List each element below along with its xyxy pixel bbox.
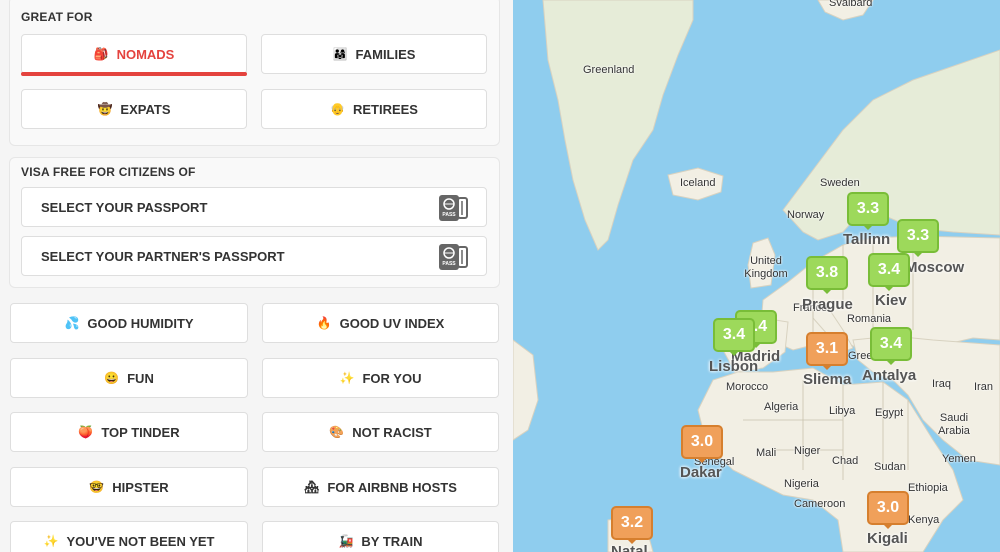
filter-hipster[interactable]: 🤓 HIPSTER (10, 467, 248, 507)
filter-good-humidity[interactable]: 💦 GOOD HUMIDITY (10, 303, 248, 343)
place-label: United Kingdom (744, 255, 788, 280)
score-marker[interactable]: 3.4 (870, 327, 912, 365)
place-label: Svalbard (829, 0, 873, 9)
place-label: Nigeria (784, 478, 819, 490)
city-label: Lisbon (709, 358, 759, 375)
score-marker[interactable]: 3.0 (681, 425, 723, 463)
place-label: Greenland (583, 64, 635, 76)
place-label: Algeria (764, 401, 799, 413)
filter-for-airbnb-hosts[interactable]: 🏘 FOR AIRBNB HOSTS (262, 467, 499, 507)
filter-panel: GREAT FOR 🎒 NOMADS 👨‍👩‍👧 FAMILIES 🤠 EXPA… (0, 0, 513, 552)
sparkles-icon: ✨ (339, 371, 355, 385)
passport-icon-text: PASS (442, 212, 456, 218)
expats-label: EXPATS (120, 101, 171, 117)
partner-passport-select[interactable]: SELECT YOUR PARTNER'S PASSPORT PASS (21, 236, 487, 276)
retirees-button[interactable]: 👴 RETIREES (261, 89, 487, 129)
score-marker[interactable]: 3.2 (611, 506, 653, 544)
filter-label: FUN (127, 370, 154, 386)
filter-not-racist[interactable]: 🎨 NOT RACIST (262, 412, 499, 452)
filter-label: GOOD UV INDEX (339, 315, 445, 331)
place-label: Niger (794, 445, 821, 457)
peach-icon: 🍑 (78, 425, 94, 439)
score-marker[interactable]: 3.0 (867, 491, 909, 529)
partner-passport-icon: PASS (439, 244, 468, 270)
passport-select-label: SELECT YOUR PASSPORT (41, 199, 208, 215)
place-label: Libya (829, 405, 856, 417)
filter-fun[interactable]: 😀 FUN (10, 358, 248, 398)
place-label: Morocco (726, 381, 769, 393)
filter-label: FOR YOU (362, 370, 422, 386)
place-label: Norway (787, 209, 825, 221)
place-label: Sudan (874, 461, 906, 473)
score-marker[interactable]: 3.4 (868, 253, 910, 291)
city-label: Prague (802, 296, 853, 313)
filter-label: YOU'VE NOT BEEN YET (66, 533, 215, 549)
partner-passport-icon-text: PASS (442, 261, 456, 267)
retirees-label: RETIREES (352, 101, 418, 117)
place-label: Iran (974, 381, 993, 393)
city-label: Sliema (803, 371, 852, 388)
city-label: Dakar (680, 464, 722, 481)
place-label: Yemen (942, 453, 976, 465)
score-marker[interactable]: 3.3 (897, 219, 939, 257)
filter-label: FOR AIRBNB HOSTS (327, 479, 457, 495)
great-for-title: GREAT FOR (21, 10, 93, 24)
partner-passport-select-label: SELECT YOUR PARTNER'S PASSPORT (41, 248, 285, 264)
place-label: Mali (756, 447, 777, 459)
city-label: Kiev (875, 292, 907, 309)
city-label: Tallinn (843, 231, 891, 248)
filter-good-uv-index[interactable]: 🔥 GOOD UV INDEX (262, 303, 499, 343)
houses-icon: 🏘 (304, 480, 320, 494)
filter-label: GOOD HUMIDITY (87, 315, 194, 331)
city-label: Natal (611, 543, 648, 552)
filter-label: BY TRAIN (361, 533, 423, 549)
passport-icon: PASS (439, 195, 468, 221)
world-map[interactable]: Svalbard Greenland Iceland Sweden Norway… (513, 0, 1000, 552)
city-label: Kigali (867, 530, 908, 547)
palette-icon: 🎨 (329, 425, 345, 439)
cowboy-icon: 🤠 (97, 102, 113, 116)
score-marker[interactable]: 3.3 (847, 192, 889, 230)
old-man-icon: 👴 (330, 102, 345, 116)
filter-youve-not-been-yet[interactable]: ✨ YOU'VE NOT BEEN YET (10, 521, 248, 552)
smile-icon: 😀 (104, 371, 120, 385)
place-label: Egypt (875, 407, 904, 419)
place-label: Romania (847, 313, 892, 325)
filter-label: TOP TINDER (101, 424, 180, 440)
visa-title: VISA FREE FOR CITIZENS OF (21, 165, 196, 179)
passport-select[interactable]: SELECT YOUR PASSPORT PASS (21, 187, 487, 227)
families-button[interactable]: 👨‍👩‍👧 FAMILIES (261, 34, 487, 74)
filter-label: HIPSTER (112, 479, 169, 495)
filter-by-train[interactable]: 🚂 BY TRAIN (262, 521, 499, 552)
place-label: Iraq (932, 378, 951, 390)
nomads-button[interactable]: 🎒 NOMADS (21, 34, 247, 76)
nomads-label: NOMADS (116, 46, 175, 62)
fire-icon: 🔥 (316, 316, 332, 330)
place-label: Ethiopia (908, 482, 948, 494)
city-label: Antalya (862, 367, 917, 384)
filter-label: NOT RACIST (352, 424, 432, 440)
place-label: Sweden (820, 177, 860, 189)
sparkles-icon: ✨ (43, 534, 59, 548)
filter-for-you[interactable]: ✨ FOR YOU (262, 358, 499, 398)
city-label: Moscow (905, 259, 965, 276)
place-label: Saudi Arabia (938, 412, 970, 437)
train-icon: 🚂 (338, 534, 354, 548)
place-label: Chad (832, 455, 859, 467)
backpack-icon: 🎒 (93, 47, 109, 61)
place-label: Iceland (680, 177, 716, 189)
place-label: Cameroon (794, 498, 846, 510)
score-marker[interactable]: 3.8 (806, 256, 848, 294)
droplets-icon: 💦 (64, 316, 80, 330)
family-icon: 👨‍👩‍👧 (332, 47, 348, 61)
place-label: Kenya (908, 514, 940, 526)
expats-button[interactable]: 🤠 EXPATS (21, 89, 247, 129)
score-marker[interactable]: 3.1 (806, 332, 848, 370)
nerd-face-icon: 🤓 (89, 480, 105, 494)
families-label: FAMILIES (355, 46, 416, 62)
filter-top-tinder[interactable]: 🍑 TOP TINDER (10, 412, 248, 452)
score-marker[interactable]: 3.4 (713, 318, 755, 356)
